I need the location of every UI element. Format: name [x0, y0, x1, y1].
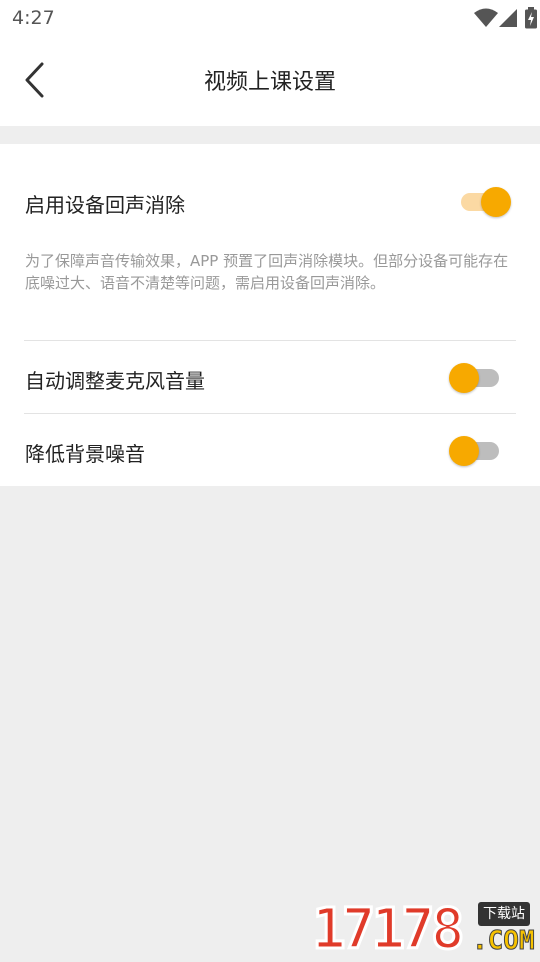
wifi-icon: [474, 8, 498, 27]
watermark-badge: 下载站: [478, 902, 530, 926]
page-title: 视频上课设置: [203, 70, 336, 95]
toggle-thumb: [481, 187, 511, 217]
auto-mic-volume-toggle[interactable]: [449, 363, 501, 393]
watermark-logo: 17178 下载站 .COM: [311, 897, 540, 962]
toggle-thumb: [449, 363, 479, 393]
app-bar: 视频上课设置: [0, 36, 540, 126]
echo-cancellation-toggle[interactable]: [459, 187, 511, 217]
echo-cancellation-description: 为了保障声音传输效果，APP 预置了回声消除模块。但部分设备可能存在底噪过大、语…: [25, 252, 509, 292]
status-bar: 4:27: [0, 0, 540, 36]
divider: [24, 413, 516, 414]
reduce-noise-toggle[interactable]: [449, 436, 501, 466]
battery-charging-icon: [525, 7, 537, 29]
watermark-digits: 17178: [311, 897, 467, 962]
cellular-signal-icon: [499, 9, 517, 27]
settings-list: 启用设备回声消除 为了保障声音传输效果，APP 预置了回声消除模块。但部分设备可…: [0, 144, 540, 486]
echo-cancellation-label: 启用设备回声消除: [25, 193, 185, 217]
auto-mic-volume-label: 自动调整麦克风音量: [25, 369, 205, 393]
status-time: 4:27: [12, 7, 55, 29]
reduce-noise-label: 降低背景噪音: [25, 442, 145, 466]
divider: [24, 340, 516, 341]
watermark-domain: .COM: [472, 926, 536, 957]
toggle-thumb: [449, 436, 479, 466]
